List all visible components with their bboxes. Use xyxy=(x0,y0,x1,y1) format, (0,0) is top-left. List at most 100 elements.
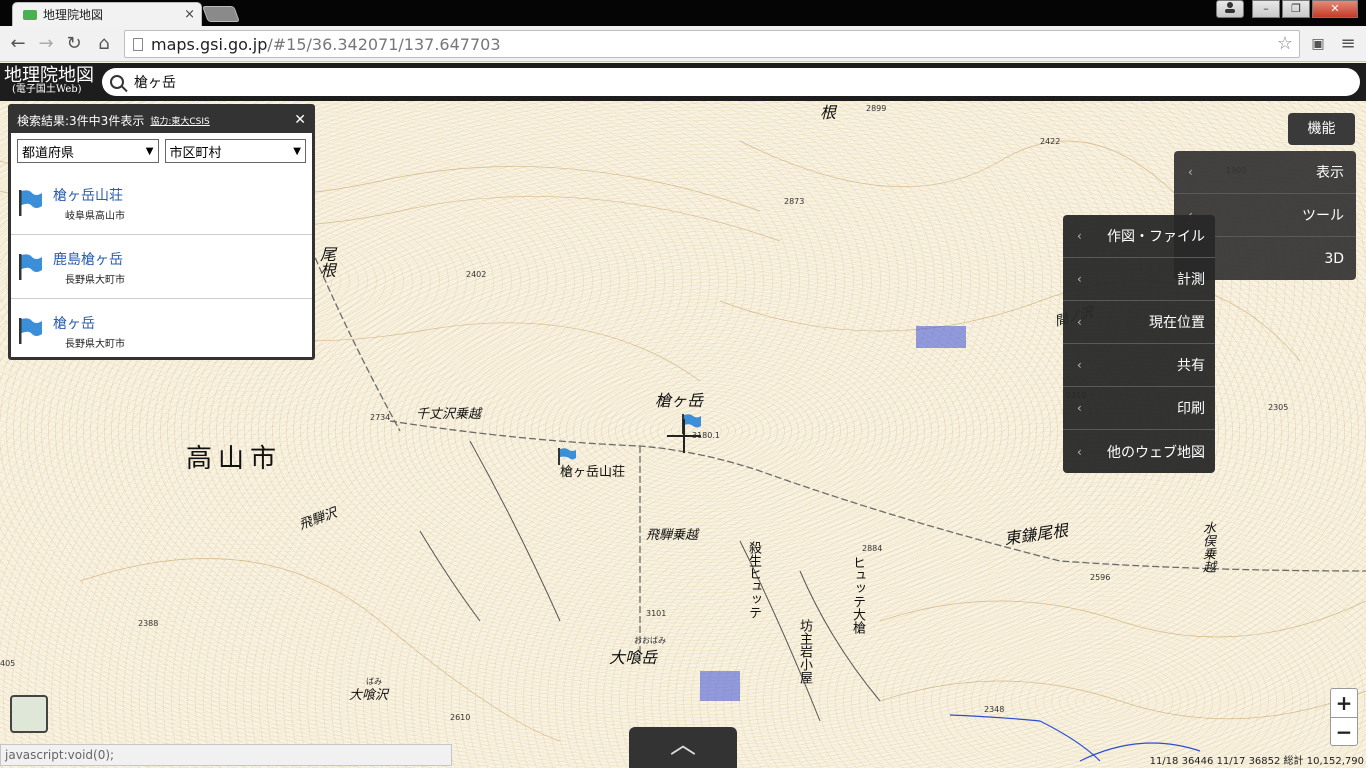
flag-icon xyxy=(19,190,42,216)
menu-item-print[interactable]: ‹ 印刷 xyxy=(1063,387,1215,430)
close-results-icon[interactable]: ✕ xyxy=(294,112,306,128)
menu-item-label: 共有 xyxy=(1177,358,1205,374)
menu-item-label: 他のウェブ地図 xyxy=(1107,444,1205,461)
result-name[interactable]: 槍ヶ岳 xyxy=(53,313,95,333)
zoom-out-button[interactable]: − xyxy=(1331,717,1357,745)
elevation-label: 2388 xyxy=(138,619,159,628)
site-logo[interactable]: 地理院地図 (電子国土Web) xyxy=(4,67,94,95)
prefecture-select[interactable]: 都道府県 ▼ xyxy=(17,139,159,163)
result-address: 長野県大町市 xyxy=(65,339,125,350)
elevation-label: 2899 xyxy=(866,104,887,113)
map-label-city: 高山市 xyxy=(186,444,283,474)
logo-subtitle: (電子国土Web) xyxy=(12,84,82,95)
place-search-input[interactable]: 槍ヶ岳 xyxy=(102,68,1360,96)
results-count: 検索結果:3件中3件表示 xyxy=(17,113,145,128)
menu-item-share[interactable]: ‹ 共有 xyxy=(1063,344,1215,387)
close-window-button[interactable]: ✕ xyxy=(1312,0,1358,18)
results-credit-link[interactable]: 協力:東大CSIS xyxy=(150,114,209,127)
menu-item-measure[interactable]: ‹ 計測 xyxy=(1063,258,1215,301)
url-host: maps.gsi.go.jp xyxy=(151,34,268,54)
city-select[interactable]: 市区町村 ▼ xyxy=(164,139,306,163)
chevron-left-icon: ‹ xyxy=(1077,272,1082,286)
menu-item-label: ツール xyxy=(1302,208,1344,224)
background-map-switcher[interactable] xyxy=(10,695,48,733)
tab-title: 地理院地図 xyxy=(43,8,104,22)
flag-icon xyxy=(19,254,42,280)
chevron-left-icon: ‹ xyxy=(1077,401,1082,415)
chevron-left-icon: ‹ xyxy=(1077,358,1082,372)
extension-icon[interactable]: ▣ xyxy=(1306,32,1330,56)
elevation-label: 2873 xyxy=(784,197,805,206)
elevation-label: 2610 xyxy=(450,713,471,722)
chevron-left-icon: ‹ xyxy=(1077,229,1082,243)
menu-item-other-web-maps[interactable]: ‹ 他のウェブ地図 xyxy=(1063,430,1215,473)
browser-status-bar: javascript:void(0); xyxy=(0,744,452,766)
elevation-label: 3101 xyxy=(646,609,667,618)
forward-icon[interactable]: → xyxy=(34,32,58,56)
chevron-left-icon: ‹ xyxy=(1188,165,1193,179)
search-icon[interactable] xyxy=(110,75,124,89)
result-name[interactable]: 槍ヶ岳山荘 xyxy=(53,185,123,205)
result-item[interactable]: 槍ヶ岳 長野県大町市 xyxy=(11,299,312,363)
search-value: 槍ヶ岳 xyxy=(134,75,176,91)
map-label-sessho-hutte: 殺生ヒュッテ xyxy=(746,541,761,619)
elevation-label: 2402 xyxy=(466,270,487,279)
crosshair-icon xyxy=(667,419,701,453)
page-icon xyxy=(133,37,143,51)
result-address: 長野県大町市 xyxy=(65,275,125,286)
result-name[interactable]: 鹿島槍ヶ岳 xyxy=(53,249,123,269)
map-label-senjo-pass: 千丈沢乗越 xyxy=(416,407,482,422)
chevron-left-icon: ‹ xyxy=(1077,444,1082,459)
menu-item-drawing-file[interactable]: ‹ 作図・ファイル xyxy=(1063,215,1215,258)
menu-icon[interactable]: ≡ xyxy=(1336,32,1360,56)
menu-item-label: 現在位置 xyxy=(1149,315,1205,331)
menu-item-label: 印刷 xyxy=(1177,401,1205,417)
dropdown-arrow-icon: ▼ xyxy=(293,145,301,157)
favicon-icon xyxy=(23,9,37,20)
url-path: /#15/36.342071/137.647703 xyxy=(267,34,501,54)
search-results-panel: 検索結果:3件中3件表示 協力:東大CSIS ✕ 都道府県 ▼ 市区町村 ▼ 槍ヶ岳… xyxy=(8,104,315,360)
zoom-control: + − xyxy=(1330,688,1358,746)
elevation-label: 2305 xyxy=(1268,403,1289,412)
browser-tab[interactable]: 地理院地図 × xyxy=(12,2,202,26)
results-filters: 都道府県 ▼ 市区町村 ▼ xyxy=(11,133,312,163)
elevation-label: 2884 xyxy=(862,544,883,553)
menu-item-label: 3D xyxy=(1324,250,1344,267)
window-controls: – ❐ ✕ xyxy=(1216,0,1358,18)
map-label-bozu-iwa: 坊主岩小屋 xyxy=(797,619,812,684)
map-label-ohbami: 大喰岳 xyxy=(609,648,658,667)
menu-item-display[interactable]: ‹ 表示 xyxy=(1174,151,1356,194)
result-address: 岐阜県高山市 xyxy=(65,211,125,222)
maximize-button[interactable]: ❐ xyxy=(1282,0,1310,18)
chevron-left-icon: ‹ xyxy=(1077,315,1082,329)
bookmark-star-icon[interactable]: ☆ xyxy=(1277,33,1293,54)
browser-tab-bar: 地理院地図 × – ❐ ✕ xyxy=(0,0,1366,26)
function-menu-button[interactable]: 機能 xyxy=(1288,113,1355,145)
elevation-label: 2348 xyxy=(984,705,1005,714)
prefecture-select-value: 都道府県 xyxy=(22,145,75,161)
tab-close-icon[interactable]: × xyxy=(184,7,195,22)
minimize-button[interactable]: – xyxy=(1252,0,1280,18)
new-tab-button[interactable] xyxy=(202,6,240,22)
zoom-in-button[interactable]: + xyxy=(1331,689,1357,717)
elevation-label: 2422 xyxy=(1040,137,1061,146)
map-label-hida-pass: 飛騨乗越 xyxy=(646,528,699,543)
flag-marker-icon[interactable] xyxy=(557,447,577,465)
address-bar[interactable]: maps.gsi.go.jp/#15/36.342071/137.647703 … xyxy=(124,30,1300,58)
user-icon[interactable] xyxy=(1216,0,1244,18)
home-icon[interactable]: ⌂ xyxy=(92,32,116,56)
menu-item-label: 計測 xyxy=(1177,272,1205,288)
result-item[interactable]: 鹿島槍ヶ岳 長野県大町市 xyxy=(11,235,312,299)
app-header: 地理院地図 (電子国土Web) 槍ヶ岳 xyxy=(0,63,1366,101)
map-label-hutte-ohyari: ヒュッテ大槍 xyxy=(850,556,865,634)
city-select-value: 市区町村 xyxy=(169,145,222,161)
menu-item-label: 表示 xyxy=(1316,165,1344,181)
menu-item-current-location[interactable]: ‹ 現在位置 xyxy=(1063,301,1215,344)
logo-title: 地理院地図 xyxy=(4,65,94,86)
browser-toolbar: ← → ↻ ⌂ maps.gsi.go.jp/#15/36.342071/137… xyxy=(0,26,1366,62)
back-icon[interactable]: ← xyxy=(6,32,30,56)
reload-icon[interactable]: ↻ xyxy=(62,32,86,56)
elevation-label: 2596 xyxy=(1090,573,1111,582)
result-item[interactable]: 槍ヶ岳山荘 岐阜県高山市 xyxy=(11,171,312,235)
bottom-panel-toggle[interactable]: ︿ xyxy=(629,727,737,768)
